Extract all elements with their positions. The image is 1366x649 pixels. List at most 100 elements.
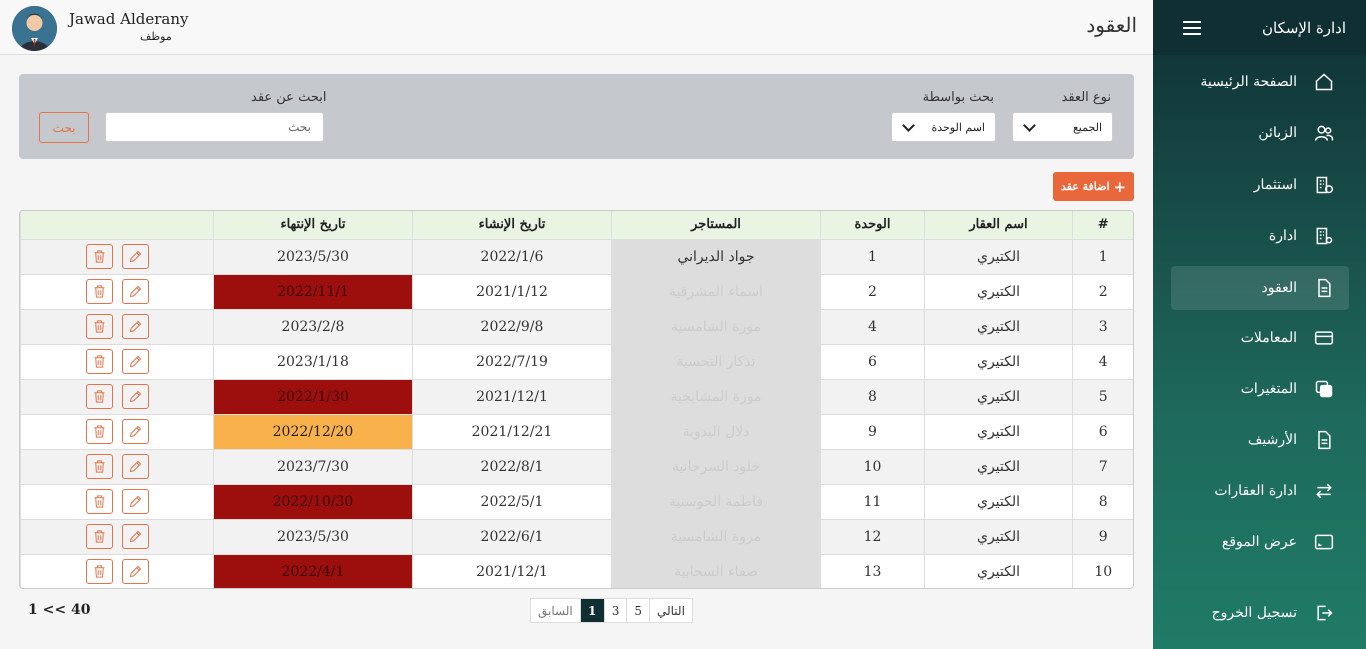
sidebar: ادارة الإسكان الصفحة الرئيسية الزبائن اس…	[1153, 0, 1366, 649]
sidebar-item-label: الزبائن	[1258, 125, 1297, 141]
arrows-exchange-icon	[1313, 480, 1335, 502]
property-name: الكتيري	[924, 379, 1073, 415]
hamburger-menu-icon[interactable]	[1183, 20, 1201, 35]
property-name: الكتيري	[924, 449, 1073, 485]
contract-type-select[interactable]: الجميع	[1012, 112, 1113, 142]
row-actions	[20, 239, 214, 275]
avatar[interactable]	[12, 6, 57, 51]
tenant-name: فاطمة الحوسنية	[611, 484, 821, 520]
table-row: 10 الكتيري 13 صفاء السحابية 2021/12/1 2022/4/…	[20, 554, 1133, 588]
table-row: 4 الكتيري 6 تذكار التحسية 2022/7/19 2023/1/18	[20, 344, 1133, 380]
sidebar-item-label: الصفحة الرئيسية	[1200, 74, 1297, 90]
page-title: العقود	[1086, 13, 1137, 37]
pagination-page[interactable]: 1	[579, 599, 604, 622]
column-header: تاريخ الإنتهاء	[213, 211, 413, 240]
delete-button[interactable]	[85, 489, 113, 514]
sidebar-item-property-management[interactable]: ادارة العقارات	[1171, 469, 1349, 513]
pagination-next[interactable]: التالي	[648, 599, 692, 622]
search-by-select[interactable]: اسم الوحدة	[891, 112, 996, 142]
end-date: 2023/5/30	[213, 519, 413, 555]
delete-button[interactable]	[85, 524, 113, 549]
logout-icon	[1313, 602, 1335, 624]
search-label: ابحث عن عقد	[251, 90, 327, 105]
trash-icon	[92, 529, 107, 544]
delete-button[interactable]	[85, 244, 113, 269]
edit-button[interactable]	[121, 454, 149, 479]
delete-button[interactable]	[85, 314, 113, 339]
edit-button[interactable]	[121, 524, 149, 549]
delete-button[interactable]	[85, 279, 113, 304]
pencil-icon	[128, 249, 143, 264]
pagination-summary: 1 << 40	[28, 602, 91, 618]
sidebar-item-investment[interactable]: استثمار	[1171, 163, 1349, 207]
edit-button[interactable]	[121, 489, 149, 514]
sidebar-item-contracts[interactable]: العقود	[1171, 266, 1349, 310]
tenant-name: موزة المشايخية	[611, 379, 821, 415]
row-number: 6	[1072, 414, 1133, 450]
end-date: 2023/2/8	[213, 309, 413, 345]
sidebar-brand: ادارة الإسكان	[1261, 18, 1346, 37]
column-header: اسم العقار	[924, 211, 1073, 240]
sidebar-item-home[interactable]: الصفحة الرئيسية	[1171, 60, 1349, 104]
sidebar-item-view-site[interactable]: عرض الموقع	[1171, 520, 1349, 564]
row-number: 2	[1072, 274, 1133, 310]
sidebar-item-variables[interactable]: المتغيرات	[1171, 367, 1349, 411]
add-contract-button[interactable]: + اضافة عقد	[1053, 172, 1134, 201]
search-by-label: بحث بواسطة	[922, 90, 994, 105]
row-actions	[20, 484, 214, 520]
sidebar-item-label: عرض الموقع	[1221, 534, 1297, 550]
search-input[interactable]	[105, 112, 324, 142]
pagination: السابق 1 3 5 التالي	[530, 598, 693, 623]
sidebar-item-archive[interactable]: الأرشيف	[1171, 418, 1349, 462]
end-date: 2022/4/1	[213, 554, 413, 588]
pencil-icon	[128, 564, 143, 579]
copy-icon	[1313, 378, 1335, 400]
tenant-name: موزة الشامسية	[611, 309, 821, 345]
unit-number: 4	[820, 309, 925, 345]
edit-button[interactable]	[121, 279, 149, 304]
building-dollar-icon	[1313, 174, 1335, 196]
add-contract-label: اضافة عقد	[1060, 180, 1110, 193]
pagination-prev[interactable]: السابق	[531, 599, 580, 622]
row-number: 8	[1072, 484, 1133, 520]
logout-button[interactable]: تسجيل الخروج	[1171, 591, 1349, 635]
property-name: الكتيري	[924, 519, 1073, 555]
unit-number: 6	[820, 344, 925, 380]
sidebar-item-label: استثمار	[1253, 177, 1297, 193]
edit-button[interactable]	[121, 349, 149, 374]
pencil-icon	[128, 354, 143, 369]
delete-button[interactable]	[85, 384, 113, 409]
delete-button[interactable]	[85, 454, 113, 479]
search-button[interactable]: بحث	[39, 112, 89, 143]
pagination-page[interactable]: 3	[603, 599, 627, 622]
trash-icon	[92, 354, 107, 369]
row-actions	[20, 554, 214, 588]
column-header: تاريخ الإنشاء	[412, 211, 612, 240]
sidebar-item-management[interactable]: ادارة	[1171, 214, 1349, 258]
property-name: الكتيري	[924, 309, 1073, 345]
pencil-icon	[128, 494, 143, 509]
tenant-name: اسماء المشرفية	[611, 274, 821, 310]
edit-button[interactable]	[121, 559, 149, 584]
pagination-page[interactable]: 5	[626, 599, 649, 622]
filter-panel: نوع العقد الجميع بحث بواسطة اسم الوحدة ا…	[19, 74, 1134, 159]
edit-button[interactable]	[121, 384, 149, 409]
row-number: 10	[1072, 554, 1133, 588]
tenant-name: خلود السرحانية	[611, 449, 821, 485]
edit-button[interactable]	[121, 244, 149, 269]
delete-button[interactable]	[85, 419, 113, 444]
tenant-name: صفاء السحابية	[611, 554, 821, 588]
trash-icon	[92, 249, 107, 264]
unit-number: 12	[820, 519, 925, 555]
user-name: Jawad Alderany	[69, 10, 189, 28]
edit-button[interactable]	[121, 419, 149, 444]
row-number: 3	[1072, 309, 1133, 345]
edit-button[interactable]	[121, 314, 149, 339]
property-name: الكتيري	[924, 414, 1073, 450]
delete-button[interactable]	[85, 559, 113, 584]
sidebar-item-transactions[interactable]: المعاملات	[1171, 316, 1349, 360]
delete-button[interactable]	[85, 349, 113, 374]
top-bar: العقود Jawad Alderany موظف	[0, 0, 1153, 55]
sidebar-item-customers[interactable]: الزبائن	[1171, 111, 1349, 155]
sidebar-item-label: العقود	[1261, 280, 1297, 296]
